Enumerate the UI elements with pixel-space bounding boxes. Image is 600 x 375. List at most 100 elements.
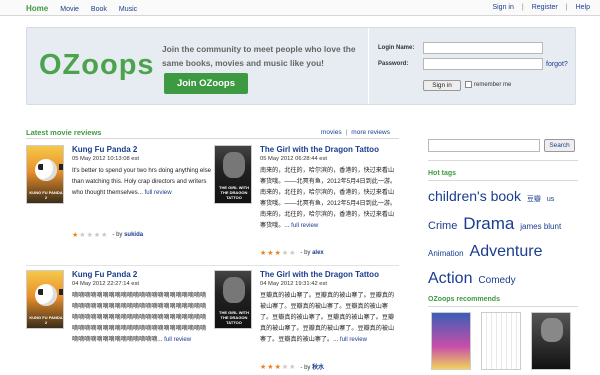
author-link[interactable]: sukida — [124, 232, 143, 238]
full-review-link[interactable]: full review — [291, 222, 318, 229]
poster-caption: KUNG FU PANDA 2 — [29, 315, 63, 325]
login-form: Login Name: Password: forgot? Sign in re… — [368, 28, 577, 104]
more-reviews-link[interactable]: more reviews — [351, 129, 390, 136]
rating: ★ ★ ★ ★ ★ - by alex — [260, 249, 324, 257]
review-text: It's better to spend your two hrs doing … — [72, 167, 212, 196]
tag-link[interactable]: 豆瓣 — [527, 196, 541, 203]
full-review-link[interactable]: full review — [340, 336, 367, 343]
review-body: The Girl with the Dragon Tattoo 05 May 2… — [260, 145, 400, 236]
review-movie-title[interactable]: Kung Fu Panda 2 — [72, 270, 212, 280]
star-filled-icon: ★ — [274, 363, 281, 371]
sidebar-divider — [428, 160, 578, 161]
row-divider — [26, 265, 399, 266]
tag-link[interactable]: Action — [428, 270, 472, 287]
review-excerpt: 豆瓣真的被山寨了。豆瓣真的被山寨了。豆瓣真的被山寨了。豆瓣真的被山寨了。豆瓣真的… — [260, 290, 400, 361]
author-prefix: - by — [300, 365, 313, 371]
star-filled-icon: ★ — [260, 363, 267, 371]
author-link[interactable]: 秋水 — [312, 365, 324, 371]
review-movie-title[interactable]: Kung Fu Panda 2 — [72, 145, 212, 155]
login-name-label: Login Name: — [378, 45, 415, 51]
movie-poster[interactable]: THE GIRL WITH THE DRAGON TATTOO — [214, 145, 252, 204]
star-filled-icon: ★ — [274, 250, 281, 257]
star-empty-icon: ★ — [289, 250, 296, 257]
nav-movie[interactable]: Movie — [60, 6, 79, 13]
author-link[interactable]: alex — [312, 250, 324, 256]
recommendation-poster[interactable] — [481, 312, 521, 370]
recommendation-poster[interactable] — [431, 312, 471, 370]
search-input[interactable] — [428, 139, 540, 152]
review-author: - by sukida — [112, 232, 143, 238]
tag-cloud: children's book 豆瓣 us Crime Drama james … — [428, 184, 578, 294]
tag-link[interactable]: us — [547, 196, 554, 203]
full-review-link[interactable]: full review — [164, 336, 191, 343]
full-review-link[interactable]: full review — [145, 189, 172, 196]
sign-in-link[interactable]: Sign in — [492, 4, 513, 11]
sidebar-divider — [428, 306, 578, 307]
register-link[interactable]: Register — [532, 4, 558, 11]
password-row: Password: forgot? — [378, 58, 568, 70]
sign-in-button[interactable]: Sign in — [423, 80, 461, 91]
star-empty-icon: ★ — [101, 232, 108, 239]
recommends-title: OZoops recommends — [428, 296, 500, 303]
review-date: 04 May 2012 19:31:42 est — [260, 281, 328, 287]
movie-poster[interactable]: KUNG FU PANDA 2 — [26, 145, 64, 204]
recommendations — [431, 312, 571, 370]
tag-link[interactable]: Animation — [428, 249, 464, 258]
rating: ★ ★ ★ ★ ★ - by sukida — [72, 231, 143, 239]
hero-pitch: Join the community to meet people who lo… — [162, 44, 356, 68]
tag-link[interactable]: Drama — [463, 214, 514, 233]
login-name-field[interactable] — [423, 42, 543, 54]
nav-book[interactable]: Book — [91, 6, 107, 13]
author-prefix: - by — [112, 232, 125, 238]
reviews-section-links: movies | more reviews — [321, 129, 390, 136]
remember-me-label: remember me — [474, 81, 512, 88]
tag-link[interactable]: Comedy — [478, 275, 515, 286]
movie-poster[interactable]: THE GIRL WITH THE DRAGON TATTOO — [214, 270, 252, 329]
poster-caption: THE GIRL WITH THE DRAGON TATTOO — [219, 185, 249, 200]
star-filled-icon: ★ — [72, 232, 79, 239]
review-text: 豆瓣真的被山寨了。豆瓣真的被山寨了。豆瓣真的被山寨了。豆瓣真的被山寨了。豆瓣真的… — [260, 292, 395, 343]
review-date: 05 May 2012 06:28:44 est — [260, 156, 328, 162]
join-button[interactable]: Join OZoops — [164, 73, 248, 94]
movies-link[interactable]: movies — [321, 129, 342, 136]
star-filled-icon: ★ — [267, 250, 274, 257]
review-body: The Girl with the Dragon Tattoo 04 May 2… — [260, 270, 400, 361]
login-name-row: Login Name: — [378, 42, 543, 54]
nav-home[interactable]: Home — [26, 4, 48, 13]
sidebar-divider — [428, 180, 578, 181]
remember-me-checkbox[interactable] — [465, 81, 472, 88]
tag-link[interactable]: Crime — [428, 220, 457, 232]
password-field[interactable] — [423, 58, 543, 70]
forgot-password-link[interactable]: forgot? — [546, 61, 568, 68]
hero-banner: OZoops Join the community to meet people… — [26, 27, 576, 105]
tag-link[interactable]: Adventure — [470, 243, 543, 260]
review-author: - by alex — [300, 250, 323, 256]
hot-tags-title: Hot tags — [428, 170, 456, 177]
review-movie-title[interactable]: The Girl with the Dragon Tattoo — [260, 270, 400, 280]
tag-link[interactable]: children's book — [428, 188, 521, 204]
review-date: 04 May 2012 22:27:14 est — [72, 281, 140, 287]
remember-me[interactable]: remember me — [465, 81, 511, 88]
review-card: THE GIRL WITH THE DRAGON TATTOO The Girl… — [214, 270, 404, 375]
site-logo[interactable]: OZoops — [39, 49, 155, 82]
star-filled-icon: ★ — [260, 250, 267, 257]
poster-caption: THE GIRL WITH THE DRAGON TATTOO — [219, 310, 249, 325]
help-link[interactable]: Help — [576, 4, 590, 11]
review-author: - by 秋水 — [300, 362, 324, 371]
search-button[interactable]: Search — [544, 139, 575, 152]
nav-music[interactable]: Music — [119, 6, 137, 13]
star-empty-icon: ★ — [93, 232, 101, 239]
tag-link[interactable]: james blunt — [520, 222, 561, 231]
recommendation-poster[interactable] — [531, 312, 571, 370]
star-filled-icon: ★ — [267, 363, 274, 371]
nav-separator: | — [565, 4, 568, 11]
account-nav: Sign in | Register | Help — [492, 4, 590, 11]
review-text: 南来的，北往的，哈尔滨的，香港的，快过来看山寨货哦。——北冥有鱼，2012年5月… — [260, 167, 397, 229]
review-excerpt: 南来的，北往的，哈尔滨的，香港的，快过来看山寨货哦。——北冥有鱼，2012年5月… — [260, 165, 400, 236]
review-card: THE GIRL WITH THE DRAGON TATTOO The Girl… — [214, 145, 404, 261]
review-movie-title[interactable]: The Girl with the Dragon Tattoo — [260, 145, 400, 155]
star-empty-icon: ★ — [281, 250, 289, 257]
search-bar: Search — [428, 139, 575, 152]
movie-poster[interactable]: KUNG FU PANDA 2 — [26, 270, 64, 329]
review-body: Kung Fu Panda 2 04 May 2012 22:27:14 est… — [72, 270, 212, 361]
